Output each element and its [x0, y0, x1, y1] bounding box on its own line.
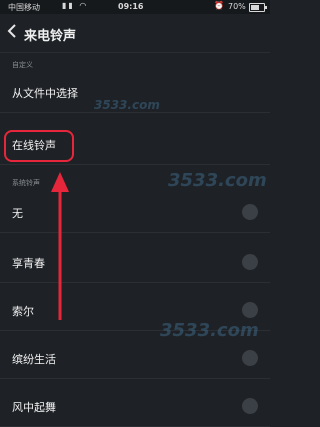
status-bar: 中国移动 ▮▮ ◠ 09:16 ⏰ 70%	[0, 0, 270, 14]
back-arrow-icon[interactable]	[6, 23, 22, 41]
radio-button[interactable]	[242, 302, 258, 318]
ringtone-label: 无	[12, 207, 23, 220]
status-time: 09:16	[118, 2, 144, 11]
radio-button[interactable]	[242, 254, 258, 270]
radio-button[interactable]	[242, 398, 258, 414]
ringtone-row[interactable]: 缤纷生活	[0, 338, 270, 379]
watermark-text: 3533.com	[160, 320, 259, 341]
battery-icon	[249, 3, 267, 12]
ringtone-row[interactable]: 风中起舞	[0, 386, 270, 427]
watermark-text: 3533.com	[94, 98, 160, 112]
annotation-arrow-icon	[51, 172, 69, 320]
page-title: 来电铃声	[24, 29, 77, 44]
ringtone-label: 索尔	[12, 305, 34, 318]
battery-percent: 70%	[228, 2, 246, 11]
radio-button[interactable]	[242, 204, 258, 220]
section-label-custom: 自定义	[12, 61, 33, 69]
radio-button[interactable]	[242, 350, 258, 366]
list-item-label: 从文件中选择	[12, 87, 78, 100]
section-label-system: 系统铃声	[12, 179, 40, 187]
signal-icons: ▮▮ ◠	[62, 1, 89, 10]
watermark-text: 3533.com	[168, 170, 267, 191]
battery-fill	[251, 5, 260, 10]
alarm-icon: ⏰	[214, 1, 224, 10]
highlight-box	[4, 130, 74, 162]
ringtone-label: 风中起舞	[12, 401, 56, 414]
app-header: 来电铃声	[0, 14, 270, 53]
ringtone-label: 缤纷生活	[12, 353, 56, 366]
carrier-name: 中国移动	[8, 3, 40, 12]
